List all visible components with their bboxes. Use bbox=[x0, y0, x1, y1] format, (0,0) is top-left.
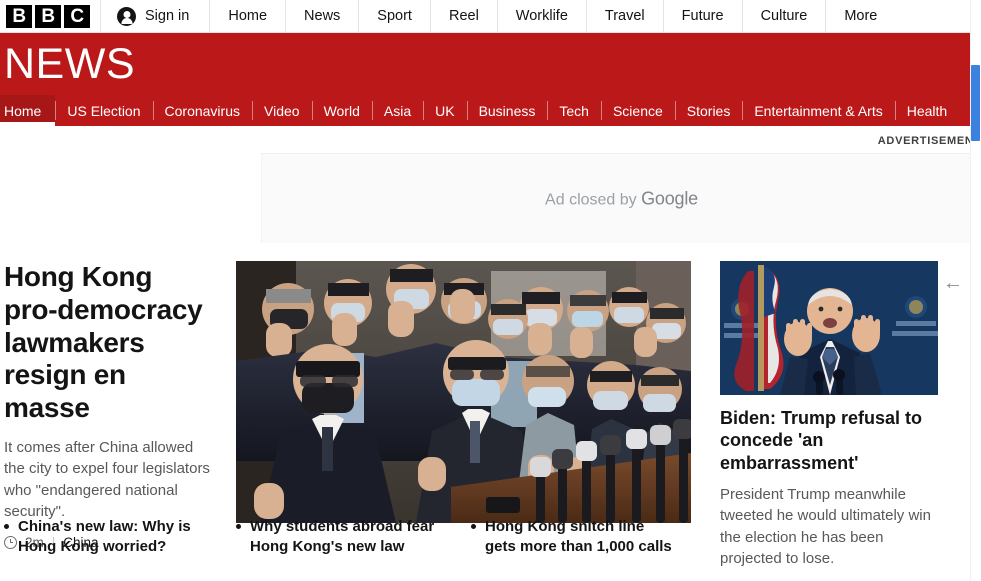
secondary-link-column-1: China's new law: Why is Hong Kong worrie… bbox=[0, 517, 236, 556]
bullet-dot-icon bbox=[4, 524, 9, 529]
section-nav-item-health[interactable]: Health bbox=[894, 95, 959, 126]
bbc-logo-letter-2: B bbox=[35, 4, 61, 28]
section-nav-item-world[interactable]: World bbox=[311, 95, 372, 126]
sign-in-button[interactable]: Sign in bbox=[100, 0, 209, 32]
global-navigation-bar: B B C Sign in Home News Sport Reel Workl… bbox=[0, 0, 981, 33]
global-nav-item-reel[interactable]: Reel bbox=[429, 0, 497, 32]
ad-closed-message: Ad closed by Google bbox=[545, 188, 698, 209]
side-story: Biden: Trump refusal to concede 'an emba… bbox=[706, 243, 946, 581]
section-nav-item-coronavirus[interactable]: Coronavirus bbox=[152, 95, 252, 126]
section-navigation-bar: Home US Election Coronavirus Video World… bbox=[0, 95, 981, 126]
side-story-summary: President Trump meanwhile tweeted he wou… bbox=[720, 485, 931, 567]
section-nav-item-business[interactable]: Business bbox=[466, 95, 548, 126]
secondary-link-1-label: China's new law: Why is Hong Kong worrie… bbox=[18, 518, 191, 555]
bullet-dot-icon bbox=[236, 524, 241, 529]
lead-story-image[interactable] bbox=[236, 261, 691, 523]
google-logo-text: Google bbox=[641, 188, 698, 208]
global-nav-item-culture[interactable]: Culture bbox=[741, 0, 826, 32]
advertisement-region: ADVERTISEMENT Ad closed by Google bbox=[0, 126, 981, 243]
section-nav-item-science[interactable]: Science bbox=[600, 95, 675, 126]
bullet-dot-icon bbox=[471, 524, 476, 529]
section-nav-item-stories[interactable]: Stories bbox=[674, 95, 743, 126]
secondary-link-3[interactable]: Hong Kong snitch line gets more than 1,0… bbox=[471, 517, 679, 556]
global-nav-item-more[interactable]: More bbox=[825, 0, 895, 32]
secondary-links-list: China's new law: Why is Hong Kong worrie… bbox=[0, 517, 700, 556]
bbc-logo-letter-1: B bbox=[6, 4, 32, 28]
secondary-link-2-label: Why students abroad fear Hong Kong's new… bbox=[250, 518, 435, 555]
global-nav-item-news[interactable]: News bbox=[285, 0, 358, 32]
section-nav-item-us-election[interactable]: US Election bbox=[55, 95, 152, 126]
bbc-logo-letter-3: C bbox=[64, 4, 90, 28]
section-nav-item-home[interactable]: Home bbox=[0, 95, 56, 126]
bbc-logo[interactable]: B B C bbox=[0, 0, 100, 32]
global-nav-item-worklife[interactable]: Worklife bbox=[496, 0, 586, 32]
account-avatar-icon bbox=[117, 6, 136, 26]
advertisement-slot[interactable]: Ad closed by Google bbox=[261, 153, 981, 243]
section-nav-item-entertainment[interactable]: Entertainment & Arts bbox=[742, 95, 894, 126]
global-nav-item-future[interactable]: Future bbox=[662, 0, 742, 32]
lead-story-summary: It comes after China allowed the city to… bbox=[4, 438, 210, 521]
sign-in-label: Sign in bbox=[145, 8, 190, 24]
section-nav-item-uk[interactable]: UK bbox=[423, 95, 466, 126]
news-masthead: NEWS bbox=[0, 33, 981, 95]
secondary-link-1[interactable]: China's new law: Why is Hong Kong worrie… bbox=[4, 517, 224, 556]
lead-story-headline[interactable]: Hong Kong pro-democracy lawmakers resign… bbox=[4, 261, 212, 425]
global-nav-item-home[interactable]: Home bbox=[209, 0, 285, 32]
secondary-link-3-label: Hong Kong snitch line gets more than 1,0… bbox=[485, 518, 672, 555]
section-nav-item-tech[interactable]: Tech bbox=[547, 95, 601, 126]
side-story-headline[interactable]: Biden: Trump refusal to concede 'an emba… bbox=[720, 407, 946, 474]
advertisement-label: ADVERTISEMENT bbox=[877, 135, 981, 147]
side-story-image[interactable] bbox=[720, 261, 938, 395]
section-nav-item-asia[interactable]: Asia bbox=[371, 95, 423, 126]
global-nav-item-sport[interactable]: Sport bbox=[358, 0, 430, 32]
global-nav-item-travel[interactable]: Travel bbox=[585, 0, 663, 32]
secondary-link-2[interactable]: Why students abroad fear Hong Kong's new… bbox=[236, 517, 459, 556]
page-scrollbar-thumb[interactable] bbox=[971, 65, 980, 141]
news-masthead-title[interactable]: NEWS bbox=[0, 42, 135, 86]
page-scrollbar-track[interactable] bbox=[970, 0, 981, 581]
section-nav-item-video[interactable]: Video bbox=[252, 95, 312, 126]
secondary-link-column-3: Hong Kong snitch line gets more than 1,0… bbox=[471, 517, 691, 556]
main-content: Hong Kong pro-democracy lawmakers resign… bbox=[0, 243, 981, 581]
ad-closed-text: Ad closed by bbox=[545, 191, 642, 208]
arrow-left-icon[interactable]: ← bbox=[942, 273, 964, 295]
secondary-link-column-2: Why students abroad fear Hong Kong's new… bbox=[236, 517, 471, 556]
